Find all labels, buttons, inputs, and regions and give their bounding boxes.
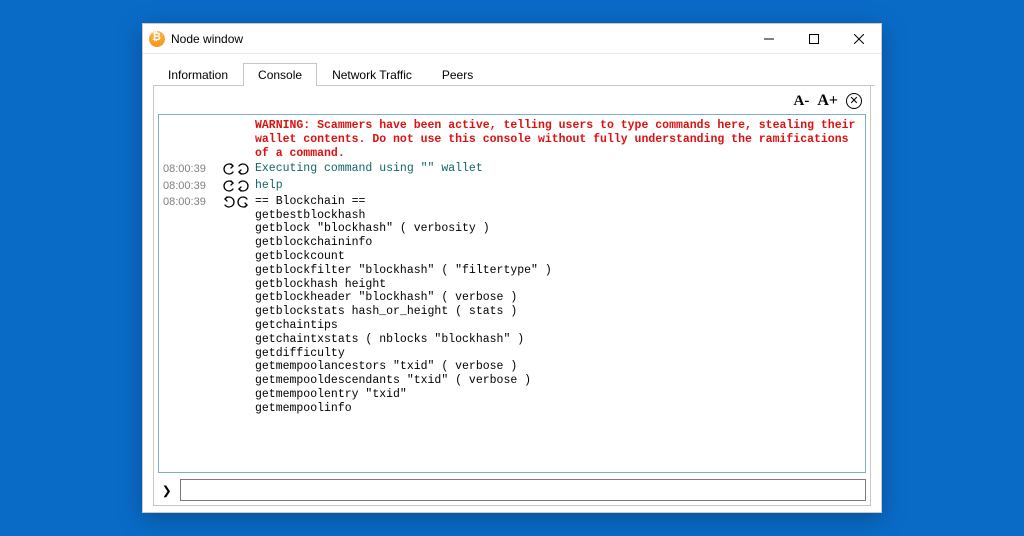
- titlebar: Node window: [143, 24, 881, 54]
- arrow-in-icon: [221, 179, 255, 192]
- prompt-icon: ❯: [158, 481, 176, 500]
- console-row: 08:00:39 Executing command using "" walle…: [163, 162, 859, 176]
- maximize-icon: [809, 34, 819, 44]
- minimize-button[interactable]: [746, 24, 791, 54]
- console-warning-row: WARNING: Scammers have been active, tell…: [163, 119, 859, 160]
- timestamp: 08:00:39: [163, 179, 221, 193]
- timestamp: 08:00:39: [163, 195, 221, 209]
- tab-console[interactable]: Console: [243, 63, 317, 86]
- bitcoin-icon: [149, 31, 165, 47]
- console-input[interactable]: [180, 479, 866, 501]
- warning-text: WARNING: Scammers have been active, tell…: [255, 119, 859, 160]
- tab-peers[interactable]: Peers: [427, 63, 488, 86]
- console-output[interactable]: WARNING: Scammers have been active, tell…: [158, 114, 866, 473]
- console-toolbar: A- A+ ✕: [158, 90, 866, 114]
- timestamp: 08:00:39: [163, 162, 221, 176]
- clear-icon: ✕: [849, 96, 858, 107]
- console-row: 08:00:39 == Blockchain == getbestblockhas…: [163, 195, 859, 416]
- console-message: help: [255, 179, 859, 193]
- direction-col: [221, 119, 255, 120]
- tabstrip: Information Console Network Traffic Peer…: [153, 62, 875, 86]
- font-smaller-button[interactable]: A-: [794, 93, 810, 110]
- close-icon: [854, 34, 864, 44]
- console-row: 08:00:39 help: [163, 179, 859, 193]
- window-controls: [746, 24, 881, 54]
- window-title: Node window: [171, 32, 243, 46]
- console-input-bar: ❯: [158, 479, 866, 501]
- console-message: Executing command using "" wallet: [255, 162, 859, 176]
- tab-information[interactable]: Information: [153, 63, 243, 86]
- clear-console-button[interactable]: ✕: [846, 93, 862, 109]
- client-area: Information Console Network Traffic Peer…: [143, 54, 881, 512]
- console-message: == Blockchain == getbestblockhash getblo…: [255, 195, 859, 416]
- node-window: Node window Information Console Network …: [142, 23, 882, 513]
- arrow-out-icon: [221, 195, 255, 208]
- close-button[interactable]: [836, 24, 881, 54]
- tab-network-traffic[interactable]: Network Traffic: [317, 63, 427, 86]
- font-larger-button[interactable]: A+: [817, 92, 838, 110]
- timestamp: [163, 119, 221, 120]
- maximize-button[interactable]: [791, 24, 836, 54]
- console-page: A- A+ ✕ WARNING: Scammers have been acti…: [153, 86, 871, 506]
- minimize-icon: [764, 34, 774, 44]
- arrow-in-icon: [221, 162, 255, 175]
